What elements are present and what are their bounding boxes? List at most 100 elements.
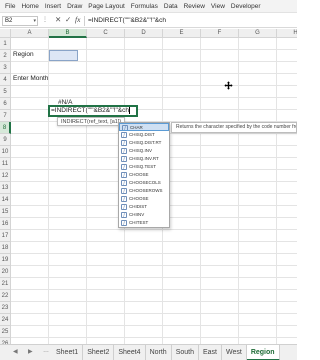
sheet-tab-sheet4[interactable]: Sheet4 xyxy=(114,345,146,360)
function-icon: f xyxy=(121,172,127,178)
cancel-icon[interactable]: ✕ xyxy=(55,15,61,24)
ribbon-tabs: File Home Insert Draw Page Layout Formulas Dat… xyxy=(0,0,297,13)
cell-b8-formula-text: =INDIRECT("'"&B2&"'!"&ch xyxy=(51,107,129,115)
autocomplete-item[interactable]: f CHIDIST xyxy=(119,203,169,211)
row-header-4[interactable]: 4 xyxy=(0,74,11,86)
cell-b8-editor[interactable]: =INDIRECT("'"&B2&"'!"&ch xyxy=(48,105,138,117)
function-icon: f xyxy=(121,164,127,170)
sheet-tab-west[interactable]: West xyxy=(222,345,247,360)
autocomplete-item[interactable]: f CHISQ.INV.RT xyxy=(119,155,169,163)
cell-a4-month-label: Enter Month xyxy=(13,75,49,82)
row-header-13[interactable]: 13 xyxy=(0,182,11,194)
function-icon: f xyxy=(121,180,127,186)
autocomplete-item[interactable]: f CHOOSEROWS xyxy=(119,187,169,195)
name-box[interactable]: B2 ▾ xyxy=(2,16,38,26)
formula-bar-divider xyxy=(84,16,85,26)
autocomplete-item[interactable]: f CHIINV xyxy=(119,211,169,219)
row-header-14[interactable]: 14 xyxy=(0,194,11,206)
function-icon: f xyxy=(121,148,127,154)
row-header-10[interactable]: 10 xyxy=(0,146,11,158)
row-header-25[interactable]: 25 xyxy=(0,326,11,338)
column-header-b[interactable]: B xyxy=(49,29,87,38)
row-header-22[interactable]: 22 xyxy=(0,290,11,302)
more-options-icon[interactable]: ⋮ xyxy=(42,16,48,23)
ribbon-tab-home[interactable]: Home xyxy=(18,0,41,12)
row-header-15[interactable]: 15 xyxy=(0,206,11,218)
autocomplete-item-label: CHISQ.INV xyxy=(129,148,153,153)
ribbon-tab-data[interactable]: Data xyxy=(161,0,181,12)
enter-icon[interactable]: ✓ xyxy=(65,15,71,24)
row-header-16[interactable]: 16 xyxy=(0,218,11,230)
column-header-h[interactable]: H xyxy=(277,29,297,38)
tab-more-icon[interactable]: … xyxy=(43,348,49,354)
autocomplete-item[interactable]: f CHITEST xyxy=(119,219,169,227)
row-header-8[interactable]: 8 xyxy=(0,122,11,134)
tab-prev-icon[interactable]: ◀ xyxy=(13,348,18,355)
select-all-corner[interactable] xyxy=(0,29,11,38)
row-header-3[interactable]: 3 xyxy=(0,62,11,74)
row-header-23[interactable]: 23 xyxy=(0,302,11,314)
row-header-6[interactable]: 6 xyxy=(0,98,11,110)
column-header-c[interactable]: C xyxy=(87,29,125,38)
autocomplete-item-label: CHOOSE xyxy=(129,172,149,177)
sheet-tab-bar: ◀ ▶ … Sheet1 Sheet2 Sheet4 North South East We… xyxy=(0,344,297,360)
autocomplete-item[interactable]: f CHAR xyxy=(119,123,169,131)
function-icon: f xyxy=(121,156,127,162)
row-header-20[interactable]: 20 xyxy=(0,266,11,278)
sheet-tab-region[interactable]: Region xyxy=(246,345,280,360)
sheet-tab-sheet1[interactable]: Sheet1 xyxy=(52,345,84,360)
row-header-19[interactable]: 19 xyxy=(0,254,11,266)
ribbon-tab-draw[interactable]: Draw xyxy=(64,0,85,12)
autocomplete-item[interactable]: f CHOOSE xyxy=(119,195,169,203)
autocomplete-item[interactable]: f CHISQ.DIST xyxy=(119,131,169,139)
chevron-down-icon[interactable]: ▾ xyxy=(33,17,36,25)
function-autocomplete-list[interactable]: f CHAR f CHISQ.DIST f CHISQ.DIST.RT f CHISQ.INV… xyxy=(118,122,170,228)
function-signature-tooltip[interactable]: INDIRECT(ref_text, [a1]) xyxy=(57,117,126,126)
autocomplete-item[interactable]: f CHOOSECOLS xyxy=(119,179,169,187)
row-header-1[interactable]: 1 xyxy=(0,38,11,50)
column-header-e[interactable]: E xyxy=(163,29,201,38)
ribbon-tab-page-layout[interactable]: Page Layout xyxy=(85,0,128,12)
sheet-tab-north[interactable]: North xyxy=(146,345,172,360)
formula-input[interactable]: =INDIRECT("'"&B2&"'!"&ch xyxy=(88,16,166,26)
row-header-9[interactable]: 9 xyxy=(0,134,11,146)
ribbon-tab-developer[interactable]: Developer xyxy=(228,0,264,12)
insert-function-icon[interactable]: fx xyxy=(75,15,80,24)
ribbon-tab-review[interactable]: Review xyxy=(181,0,208,12)
autocomplete-item[interactable]: f CHISQ.DIST.RT xyxy=(119,139,169,147)
ribbon-tab-file[interactable]: File xyxy=(0,0,18,12)
sheet-tab-sheet2[interactable]: Sheet2 xyxy=(83,345,115,360)
row-header-12[interactable]: 12 xyxy=(0,170,11,182)
autocomplete-item[interactable]: f CHISQ.TEST xyxy=(119,163,169,171)
autocomplete-item-label: CHIINV xyxy=(129,212,145,217)
ribbon-tab-view[interactable]: View xyxy=(208,0,228,12)
function-icon: f xyxy=(121,212,127,218)
row-header-5[interactable]: 5 xyxy=(0,86,11,98)
row-header-7[interactable]: 7 xyxy=(0,110,11,122)
row-header-21[interactable]: 21 xyxy=(0,278,11,290)
sheet-tab-east[interactable]: East xyxy=(199,345,222,360)
function-icon: f xyxy=(121,140,127,146)
autocomplete-item-label: CHITEST xyxy=(129,220,149,225)
formula-bar: B2 ▾ ⋮ ✕ ✓ fx =INDIRECT("'"&B2&"'!"&ch xyxy=(0,14,297,28)
function-icon: f xyxy=(121,204,127,210)
autocomplete-item-label: CHOOSEROWS xyxy=(129,188,163,193)
row-header-24[interactable]: 24 xyxy=(0,314,11,326)
column-header-f[interactable]: F xyxy=(201,29,239,38)
autocomplete-item[interactable]: f CHISQ.INV xyxy=(119,147,169,155)
column-header-a[interactable]: A xyxy=(11,29,49,38)
row-header-17[interactable]: 17 xyxy=(0,230,11,242)
worksheet-grid[interactable]: Region Enter Month #N/A =INDIRECT("'"&B2… xyxy=(0,29,297,344)
column-header-g[interactable]: G xyxy=(239,29,277,38)
sheet-tab-south[interactable]: South xyxy=(172,345,199,360)
tab-next-icon[interactable]: ▶ xyxy=(28,348,33,355)
autocomplete-item-label: CHISQ.DIST.RT xyxy=(129,140,162,145)
row-header-18[interactable]: 18 xyxy=(0,242,11,254)
ribbon-tab-formulas[interactable]: Formulas xyxy=(128,0,161,12)
column-header-d[interactable]: D xyxy=(125,29,163,38)
row-header-2[interactable]: 2 xyxy=(0,50,11,62)
cell-b2-input[interactable] xyxy=(49,50,78,61)
row-header-11[interactable]: 11 xyxy=(0,158,11,170)
ribbon-tab-insert[interactable]: Insert xyxy=(42,0,64,12)
autocomplete-item[interactable]: f CHOOSE xyxy=(119,171,169,179)
